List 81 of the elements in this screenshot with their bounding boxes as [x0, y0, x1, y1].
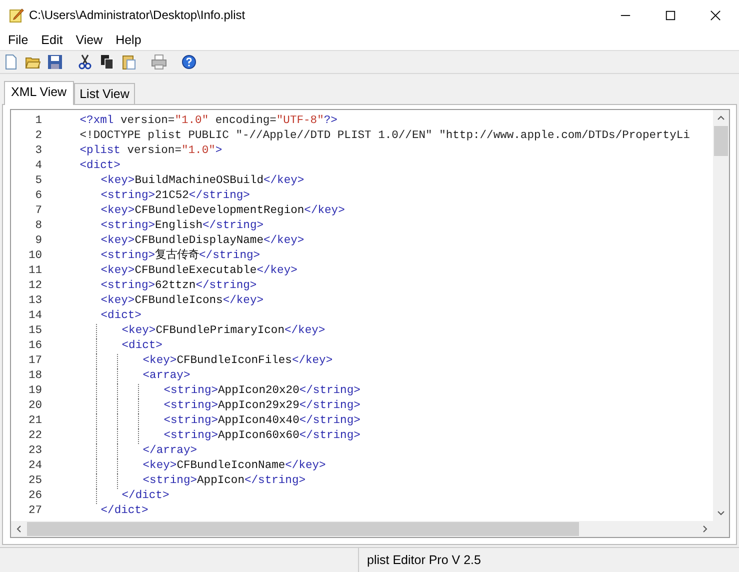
horizontal-scrollbar[interactable] — [10, 521, 730, 538]
code-line: <key>CFBundleIconName</key> — [142, 459, 326, 474]
code-line: <key>CFBundleIconFiles</key> — [142, 354, 333, 369]
code-line: <plist version="1.0"> — [80, 144, 222, 159]
code-line: <dict> — [100, 309, 142, 324]
line-number: 15 — [27, 324, 42, 339]
scroll-left-icon[interactable] — [15, 525, 23, 533]
clipboard-icon[interactable] — [121, 54, 137, 70]
code-line: <array> — [142, 369, 190, 384]
line-number: 16 — [27, 339, 42, 354]
line-number: 1 — [34, 114, 42, 129]
code-line: <key>CFBundleExecutable</key> — [100, 264, 298, 279]
scroll-right-icon[interactable] — [701, 525, 709, 533]
line-number: 8 — [34, 219, 42, 234]
menu-item[interactable]: Edit — [35, 33, 70, 47]
line-number: 18 — [27, 369, 42, 384]
line-number: 10 — [27, 249, 42, 264]
line-number: 24 — [27, 459, 42, 474]
scroll-up-icon[interactable] — [717, 114, 725, 122]
code-line: </dict> — [120, 489, 170, 504]
line-number: 17 — [27, 354, 42, 369]
line-number: 22 — [27, 429, 42, 444]
line-number: 20 — [27, 399, 42, 414]
code-line: <string>62ttzn</string> — [100, 279, 257, 294]
xml-editor[interactable] — [2, 104, 737, 545]
scrollbar-thumb[interactable] — [714, 126, 728, 156]
line-number: 23 — [27, 444, 42, 459]
code-line: <string>AppIcon60x60</string> — [162, 429, 360, 444]
code-line: <string>AppIcon20x20</string> — [162, 384, 360, 399]
line-number: 21 — [27, 414, 42, 429]
line-number: 12 — [27, 279, 42, 294]
code-line: <string>复古传奇</string> — [100, 249, 260, 264]
line-number: 2 — [34, 129, 42, 144]
scissors-icon[interactable] — [77, 54, 93, 70]
line-number: 27 — [27, 504, 42, 519]
scroll-down-icon[interactable] — [717, 509, 725, 517]
line-number: 6 — [34, 189, 42, 204]
vertical-scrollbar[interactable] — [713, 110, 729, 521]
line-number: 11 — [27, 264, 42, 279]
code-line: <dict> — [80, 159, 120, 174]
line-number: 7 — [34, 204, 42, 219]
code-line: <string>AppIcon29x29</string> — [162, 399, 360, 414]
line-number: 19 — [27, 384, 42, 399]
code-line: </dict> — [100, 504, 148, 519]
line-number: 3 — [34, 144, 42, 159]
code-line: <key>CFBundleIcons</key> — [100, 294, 264, 309]
notepad-pencil-icon — [8, 7, 24, 23]
save-icon[interactable] — [47, 54, 63, 70]
tab[interactable]: XML View — [4, 81, 74, 105]
new-document-icon[interactable] — [3, 54, 19, 70]
code-line: <key>BuildMachineOSBuild</key> — [100, 174, 304, 189]
tab[interactable]: List View — [74, 83, 136, 104]
menu-item[interactable]: Help — [110, 33, 148, 47]
code-line: <string>21C52</string> — [100, 189, 250, 204]
line-number: 4 — [34, 159, 42, 174]
code-line: <string>AppIcon</string> — [142, 474, 306, 489]
maximize-icon[interactable] — [665, 10, 676, 20]
line-number: 13 — [27, 294, 42, 309]
menu-item[interactable]: File — [2, 33, 36, 47]
close-icon[interactable] — [710, 10, 721, 20]
code-line: <key>CFBundleDisplayName</key> — [100, 234, 304, 248]
code-line: <dict> — [120, 339, 162, 354]
code-line: <!DOCTYPE plist PUBLIC "-//Apple//DTD PLIST 1.0//EN" "http://www.apple.com/DTDs/PropertyLi — [80, 129, 690, 144]
line-number: 25 — [27, 474, 42, 489]
code-line: <string>AppIcon40x40</string> — [162, 414, 360, 429]
window-title: C:\Users\Administrator\Desktop\Info.plist — [29, 8, 246, 22]
line-number: 9 — [34, 234, 42, 249]
code-line: <string>English</string> — [100, 219, 264, 234]
line-number: 26 — [27, 489, 42, 504]
copy-icon[interactable] — [99, 54, 115, 70]
code-line: <key>CFBundleDevelopmentRegion</key> — [100, 204, 345, 219]
code-line: </array> — [142, 444, 198, 459]
menu-item[interactable]: View — [70, 33, 110, 47]
printer-icon[interactable] — [151, 54, 167, 70]
line-number: 5 — [34, 174, 42, 189]
help-icon[interactable] — [181, 54, 197, 70]
line-number: 14 — [27, 309, 42, 324]
code-line: <?xml version="1.0" encoding="UTF-8"?> — [80, 114, 338, 129]
code-line: <key>CFBundlePrimaryIcon</key> — [120, 324, 326, 339]
scrollbar-thumb[interactable] — [27, 522, 579, 536]
status-text: plist Editor Pro V 2.5 — [366, 552, 482, 569]
